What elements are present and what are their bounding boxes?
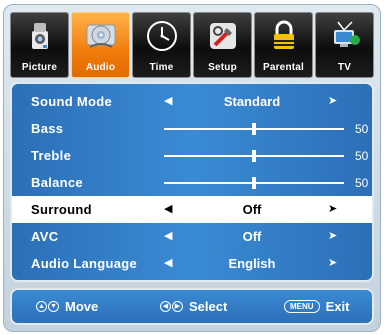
slider-thumb[interactable] (252, 123, 256, 135)
balance-slider[interactable] (164, 177, 344, 189)
tab-label: Time (149, 62, 174, 73)
left-right-keys-icon: ◀ ▶ (160, 301, 183, 312)
camera-icon (32, 23, 48, 49)
menu-row-treble[interactable]: Treble 50 (12, 142, 372, 169)
hint-label: Exit (325, 299, 350, 314)
hint-label: Select (189, 299, 228, 314)
audio-disc-icon (86, 24, 116, 48)
tab-label: Audio (85, 62, 116, 73)
menu-item-label: Sound Mode (31, 94, 112, 109)
menu-item-value: 50 (355, 149, 369, 163)
menu-row-balance[interactable]: Balance 50 (12, 169, 372, 196)
menu-item-label: AVC (31, 229, 59, 244)
treble-slider[interactable] (164, 150, 344, 162)
tab-picture[interactable]: Picture (10, 12, 69, 78)
hint-select: ◀ ▶ Select (160, 299, 227, 314)
menu-item-label: Bass (31, 121, 64, 136)
arrow-right-icon[interactable]: ➤ (328, 256, 337, 269)
tab-time[interactable]: Time (132, 12, 191, 78)
tab-label: TV (337, 62, 352, 73)
tab-tv[interactable]: TV (315, 12, 374, 78)
menu-item-value: Standard (223, 94, 281, 109)
slider-thumb[interactable] (252, 177, 256, 189)
menu-key-icon: MENU (284, 300, 320, 313)
tab-setup[interactable]: Setup (193, 12, 252, 78)
audio-menu-panel: Sound Mode ◀ Standard ➤ Bass 50 Treble 5… (10, 82, 374, 282)
hint-exit: MENU Exit (284, 299, 349, 314)
lock-icon (274, 20, 294, 49)
key-hint-bar: ▲ ▼ Move ◀ ▶ Select MENU Exit (10, 288, 374, 325)
arrow-right-icon[interactable]: ➤ (328, 229, 337, 242)
menu-row-avc[interactable]: AVC ◀ Off ➤ (12, 223, 372, 250)
clock-icon (147, 21, 177, 51)
menu-item-value: English (228, 256, 276, 271)
antenna-tv-icon (334, 21, 360, 47)
arrow-left-icon[interactable]: ◀ (164, 256, 172, 269)
menu-row-bass[interactable]: Bass 50 (12, 115, 372, 142)
arrow-right-icon[interactable]: ➤ (328, 94, 337, 107)
tab-label: Parental (262, 62, 305, 73)
menu-item-value: 50 (355, 176, 369, 190)
menu-row-surround[interactable]: Surround ◀ Off ➤ (12, 196, 372, 223)
arrow-left-icon[interactable]: ◀ (164, 202, 172, 215)
bass-slider[interactable] (164, 123, 344, 135)
menu-item-label: Audio Language (31, 256, 138, 271)
menu-item-value: Off (242, 202, 262, 217)
tab-label: Picture (21, 62, 58, 73)
tab-parental[interactable]: Parental (254, 12, 313, 78)
menu-row-audio-language[interactable]: Audio Language ◀ English ➤ (12, 250, 372, 277)
menu-item-label: Treble (31, 148, 72, 163)
arrow-left-icon[interactable]: ◀ (164, 94, 172, 107)
menu-tab-bar: Picture Audio Time Setup Parental TV (10, 12, 374, 78)
hint-move: ▲ ▼ Move (36, 299, 98, 314)
menu-item-value: Off (242, 229, 262, 244)
arrow-left-icon[interactable]: ◀ (164, 229, 172, 242)
arrow-right-icon[interactable]: ➤ (328, 202, 337, 215)
up-down-keys-icon: ▲ ▼ (36, 301, 59, 312)
tab-label: Setup (208, 62, 237, 73)
tools-icon (210, 23, 236, 49)
slider-thumb[interactable] (252, 150, 256, 162)
menu-item-label: Balance (31, 175, 83, 190)
hint-label: Move (65, 299, 99, 314)
menu-item-label: Surround (31, 202, 92, 217)
tab-audio[interactable]: Audio (71, 12, 130, 78)
menu-item-value: 50 (355, 122, 369, 136)
menu-row-sound-mode[interactable]: Sound Mode ◀ Standard ➤ (12, 88, 372, 115)
